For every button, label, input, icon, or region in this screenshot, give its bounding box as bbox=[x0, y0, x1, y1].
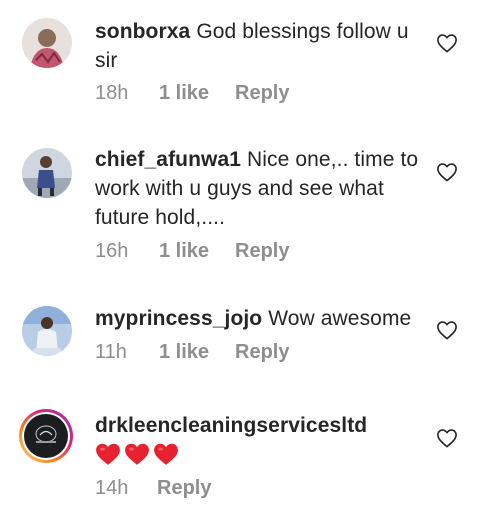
username[interactable]: drkleencleaningservicesltd bbox=[95, 414, 367, 437]
comment-body: sonborxa God blessings follow u sir bbox=[95, 17, 424, 75]
comment-meta: 14h Reply bbox=[95, 477, 211, 500]
heart-outline-icon[interactable] bbox=[436, 33, 458, 53]
avatar[interactable] bbox=[22, 148, 72, 198]
likes-count[interactable]: 1 like bbox=[159, 240, 235, 263]
username[interactable]: chief_afunwa1 bbox=[95, 148, 241, 171]
timestamp: 14h bbox=[95, 477, 129, 499]
avatar[interactable] bbox=[22, 18, 72, 68]
reply-button[interactable]: Reply bbox=[157, 477, 211, 500]
comment-meta: 11h 1 like Reply bbox=[95, 341, 289, 364]
username[interactable]: sonborxa bbox=[95, 20, 190, 43]
comment-body: myprincess_jojo Wow awesome bbox=[95, 304, 424, 333]
likes-count[interactable]: 1 like bbox=[159, 82, 235, 105]
comment-body: drkleencleaningservicesltd bbox=[95, 411, 424, 466]
red-heart-emoji bbox=[154, 443, 178, 465]
avatar[interactable] bbox=[22, 306, 72, 356]
heart-outline-icon[interactable] bbox=[436, 428, 458, 448]
reply-button[interactable]: Reply bbox=[235, 341, 289, 364]
comment-body: chief_afunwa1 Nice one,.. time to work wi… bbox=[95, 145, 424, 232]
heart-outline-icon[interactable] bbox=[436, 162, 458, 182]
reply-button[interactable]: Reply bbox=[235, 82, 289, 105]
avatar-story[interactable] bbox=[18, 408, 74, 464]
comment-meta: 18h 1 like Reply bbox=[95, 82, 289, 105]
red-heart-emoji bbox=[96, 443, 120, 465]
timestamp: 18h bbox=[95, 82, 129, 104]
username[interactable]: myprincess_jojo bbox=[95, 307, 262, 330]
comments-list: sonborxa God blessings follow u sir 18h 1… bbox=[0, 0, 480, 528]
reply-button[interactable]: Reply bbox=[235, 240, 289, 263]
comment-text: Wow awesome bbox=[268, 307, 412, 330]
comment-meta: 16h 1 like Reply bbox=[95, 240, 289, 263]
red-heart-emoji bbox=[125, 443, 149, 465]
comment-text bbox=[95, 442, 424, 466]
likes-count[interactable]: 1 like bbox=[159, 341, 235, 364]
timestamp: 16h bbox=[95, 240, 129, 262]
heart-outline-icon[interactable] bbox=[436, 320, 458, 340]
timestamp: 11h bbox=[95, 341, 127, 363]
